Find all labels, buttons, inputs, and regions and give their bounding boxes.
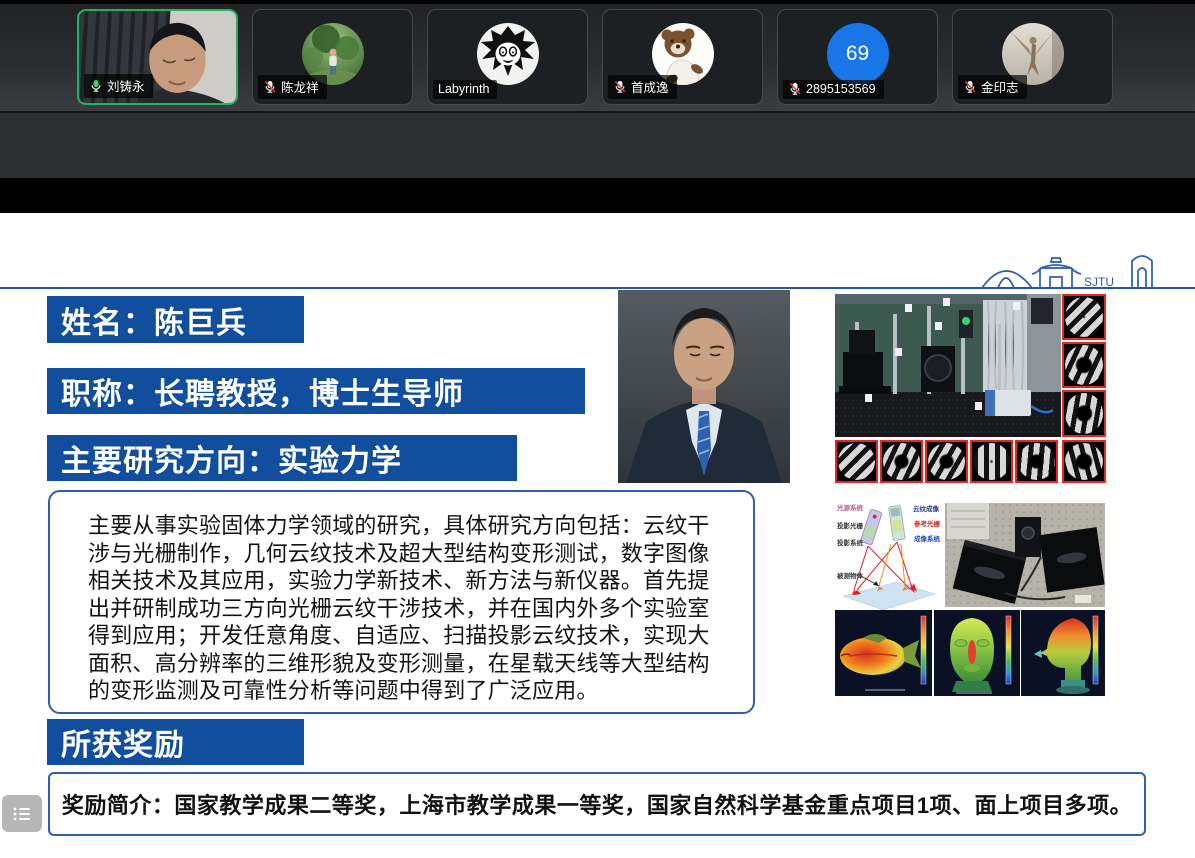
participant-tile[interactable]: 陈龙祥 [252,9,413,105]
diagram-label: 成像系统 [914,534,941,543]
participant-nametag: 刘铸永 [84,74,153,98]
name-bar: 姓名：陈巨兵 [47,296,304,343]
microphone-muted-icon [263,80,277,94]
sjtu-skyline-logo: SJTU [980,249,1172,289]
number-badge-avatar: 69 [827,23,889,85]
diagram-label: 投影系统 [837,538,864,547]
colormap-fish-result [835,610,932,696]
awards-text: 奖励简介：国家教学成果二等奖，上海市教学成果一等奖，国家自然科学基金重点项目1项… [62,788,1132,820]
logo-text: SJTU [1084,275,1114,289]
participant-name: 陈龙祥 [281,77,319,96]
fringe-pattern-thumb [1062,294,1106,340]
fringe-pattern-thumb [1015,440,1058,483]
participant-name: 金印志 [981,77,1019,96]
awards-bar: 所获奖励 [47,719,304,765]
microphone-muted-icon [788,82,802,96]
list-panel-icon [12,806,32,822]
stage-background [0,113,1195,178]
diagram-label: 云纹成像 [913,504,940,513]
title-bar: 职称：长聘教授，博士生导师 [47,368,585,414]
participant-tile[interactable]: 69 2895153569 [777,9,938,105]
fringe-pattern-thumb [1062,440,1106,483]
awards-textbox: 奖励简介：国家教学成果二等奖，上海市教学成果一等奖，国家自然科学基金重点项目1项… [48,772,1146,836]
professor-portrait-photo [618,290,790,483]
microphone-active-icon [89,79,103,93]
participant-tile[interactable]: 首成逸 [602,9,763,105]
participant-name: 首成逸 [631,77,669,96]
participant-strip: 刘铸永 [0,4,1195,113]
fringe-pattern-thumb [925,440,968,483]
participant-tile[interactable]: 金印志 [952,9,1113,105]
fringe-pattern-thumb [880,440,923,483]
participant-nametag: Labyrinth [433,80,497,99]
fringe-pattern-thumb [1062,342,1106,388]
participant-tile[interactable]: 刘铸永 [77,9,238,105]
microphone-muted-icon [963,80,977,94]
projection-moire-diagram: 光源系统 投影光栅 投影系统 云纹成像 参考光栅 成像系统 被测物体 [835,500,942,610]
participant-nametag: 陈龙祥 [258,75,327,99]
bio-paragraph: 主要从事实验固体力学领域的研究，具体研究方向包括：云纹干涉与光栅制作，几何云纹技… [50,492,753,705]
microphone-muted-icon [613,80,627,94]
diagram-label: 光源系统 [836,503,864,512]
participant-tile[interactable]: Labyrinth [427,9,588,105]
participant-name: 2895153569 [806,82,876,96]
diagram-label: 被测物体 [837,571,864,580]
manga-art-avatar [477,23,539,85]
instrument-photo [945,503,1105,607]
colormap-face-result [934,610,1020,696]
avatar [477,23,539,85]
fringe-pattern-thumb [970,440,1013,483]
participant-nametag: 首成逸 [608,75,677,99]
fringe-pattern-thumb [835,440,878,483]
diagram-label: 参考光栅 [914,519,941,528]
shared-slide: SJTU 姓名：陈巨兵 职称：长聘教授，博士生导师 主要研究方向：实验力学 [0,213,1195,858]
diagram-label: 投影光栅 [837,521,864,530]
participant-nametag: 2895153569 [783,80,884,99]
meeting-window: 刘铸永 [0,0,1195,858]
participant-name: Labyrinth [438,82,489,96]
avatar-badge-text: 69 [846,42,869,66]
letterbox-bar [0,178,1195,213]
colormap-head-result [1021,610,1105,696]
research-bar: 主要研究方向：实验力学 [47,435,517,481]
participant-name: 刘铸永 [107,76,145,95]
fringe-pattern-thumb [1062,390,1106,437]
panel-toggle-button[interactable] [2,795,42,832]
lab-setup-photo [835,294,1061,437]
participant-nametag: 金印志 [958,75,1027,99]
bio-textbox: 主要从事实验固体力学领域的研究，具体研究方向包括：云纹干涉与光栅制作，几何云纹技… [48,490,755,714]
